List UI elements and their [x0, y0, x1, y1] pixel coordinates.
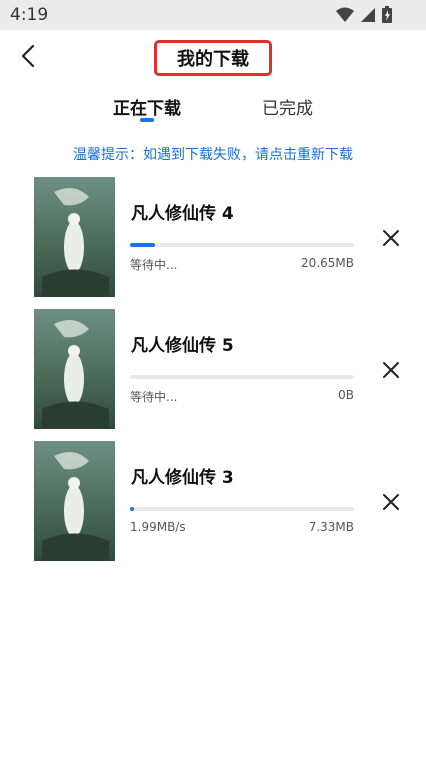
download-size: 20.65MB: [301, 256, 354, 270]
progress-fill: [130, 243, 155, 247]
download-item[interactable]: 凡人修仙传 4 等待中... 20.65MB: [0, 177, 426, 299]
poster-image: [34, 441, 115, 561]
header: 我的下载: [0, 30, 426, 86]
tip-text: 温馨提示：如遇到下载失败，请点击重新下载: [73, 147, 353, 163]
download-size: 7.33MB: [308, 520, 354, 534]
progress-fill: [130, 507, 135, 511]
tab-bar: 正在下载 已完成: [0, 92, 426, 126]
progress-bar: [130, 375, 354, 379]
tab-downloading[interactable]: 正在下载: [113, 94, 181, 119]
close-button[interactable]: [380, 491, 402, 513]
page-title: 我的下载: [154, 40, 272, 76]
progress-bar: [130, 507, 354, 511]
back-button[interactable]: [14, 42, 42, 70]
status-bar: 4:19: [0, 0, 426, 30]
battery-icon: [382, 6, 392, 23]
download-title: 凡人修仙传 3: [131, 468, 234, 488]
status-icons: [336, 6, 392, 23]
download-item[interactable]: 凡人修仙传 3 1.99MB/s 7.33MB: [0, 441, 426, 563]
progress-bar: [130, 243, 354, 247]
close-button[interactable]: [380, 227, 402, 249]
close-icon: [383, 362, 399, 378]
status-time: 4:19: [10, 5, 49, 25]
download-status: 等待中...: [130, 390, 178, 404]
close-icon: [383, 230, 399, 246]
tab-completed[interactable]: 已完成: [262, 94, 313, 119]
download-status: 1.99MB/s: [130, 520, 186, 534]
signal-icon: [361, 7, 375, 22]
poster-image: [34, 309, 115, 429]
wifi-icon: [336, 7, 354, 22]
download-item[interactable]: 凡人修仙传 5 等待中... 0B: [0, 309, 426, 431]
download-status: 等待中...: [130, 258, 178, 272]
chevron-left-icon: [21, 44, 35, 68]
tab-indicator: [140, 118, 154, 122]
poster-image: [34, 177, 115, 297]
download-size: 0B: [338, 388, 354, 402]
close-button[interactable]: [380, 359, 402, 381]
close-icon: [383, 494, 399, 510]
download-title: 凡人修仙传 5: [131, 336, 234, 356]
download-title: 凡人修仙传 4: [131, 204, 234, 224]
